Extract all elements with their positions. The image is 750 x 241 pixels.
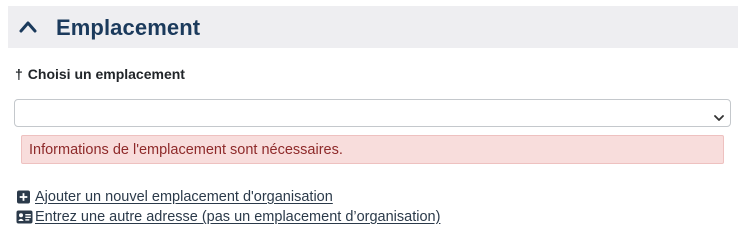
plus-square-icon [16,190,32,204]
enter-other-address-label[interactable]: Entrez une autre adresse (pas un emplace… [35,209,440,225]
enter-other-address-link[interactable]: Entrez une autre adresse (pas un emplace… [16,209,440,225]
validation-error-alert: Informations de l'emplacement sont néces… [21,135,724,164]
validation-error-text: Informations de l'emplacement sont néces… [29,142,343,158]
address-card-icon [16,210,33,224]
location-label-text: Choisi un emplacement [27,66,185,82]
location-select[interactable] [14,99,731,127]
add-organisation-location-link[interactable]: Ajouter un nouvel emplacement d'organisa… [16,189,333,205]
required-marker: † [15,66,23,82]
chevron-up-icon[interactable] [18,17,38,37]
section-header-emplacement[interactable]: Emplacement [8,6,738,48]
add-organisation-location-label[interactable]: Ajouter un nouvel emplacement d'organisa… [35,189,333,205]
location-field-label: † Choisi un emplacement [15,66,185,82]
chevron-down-icon [714,109,724,121]
section-title: Emplacement [56,15,201,40]
